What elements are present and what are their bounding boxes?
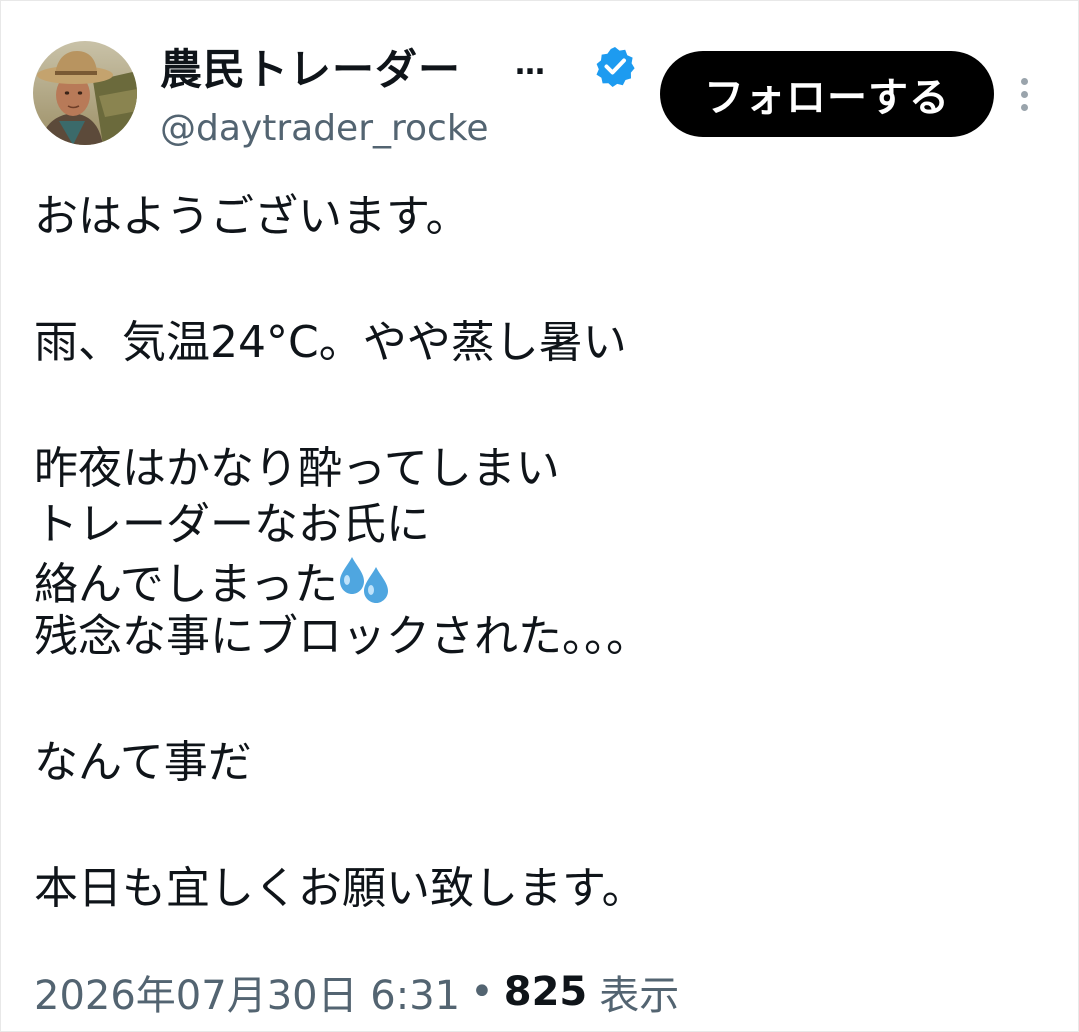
farmer-portrait-image xyxy=(33,41,137,145)
author-display-name[interactable]: 農民トレーダー … xyxy=(160,36,545,96)
tweet-line: トレーダーなお氏に xyxy=(34,499,430,550)
author-avatar[interactable] xyxy=(33,41,137,145)
verified-badge-icon xyxy=(594,45,636,87)
author-handle[interactable]: @daytrader_rocke xyxy=(160,108,489,149)
follow-button[interactable]: フォローする xyxy=(660,51,994,137)
tweet-text: おはようございます。 雨、気温24°C。やや蒸し暑い 昨夜はかなり酔ってしまい … xyxy=(34,189,1044,917)
views-label: 表示 xyxy=(599,973,680,1019)
display-name-ellipsis: … xyxy=(515,46,546,82)
tweet-line-text: 絡んでしまった xyxy=(34,559,339,610)
meta-separator: • xyxy=(470,969,494,1015)
more-dot xyxy=(1020,90,1028,98)
views-count: 825 xyxy=(503,969,588,1015)
tweet-line: 本日も宜しくお願い致します。 xyxy=(34,863,646,914)
sweat-droplets-emoji xyxy=(338,553,396,605)
tweet-line: 残念な事にブロックされた。。。 xyxy=(34,611,650,662)
tweet-line: おはようございます。 xyxy=(34,191,470,242)
tweet-line: 昨夜はかなり酔ってしまい xyxy=(34,443,560,494)
tweet-meta: 2026年07月30日 6:31 • 825 表示 xyxy=(34,963,679,1021)
more-vertical-icon[interactable] xyxy=(1010,72,1038,116)
tweet-line: 雨、気温24°C。やや蒸し暑い xyxy=(34,317,627,368)
tweet-line: なんて事だ xyxy=(34,737,252,788)
more-dot xyxy=(1020,103,1028,111)
display-name-text: 農民トレーダー xyxy=(160,44,462,94)
tweet-line-with-emoji: 絡んでしまった xyxy=(34,553,1044,610)
tweet-timestamp[interactable]: 2026年07月30日 6:31 xyxy=(34,963,460,1021)
more-dot xyxy=(1020,77,1028,85)
